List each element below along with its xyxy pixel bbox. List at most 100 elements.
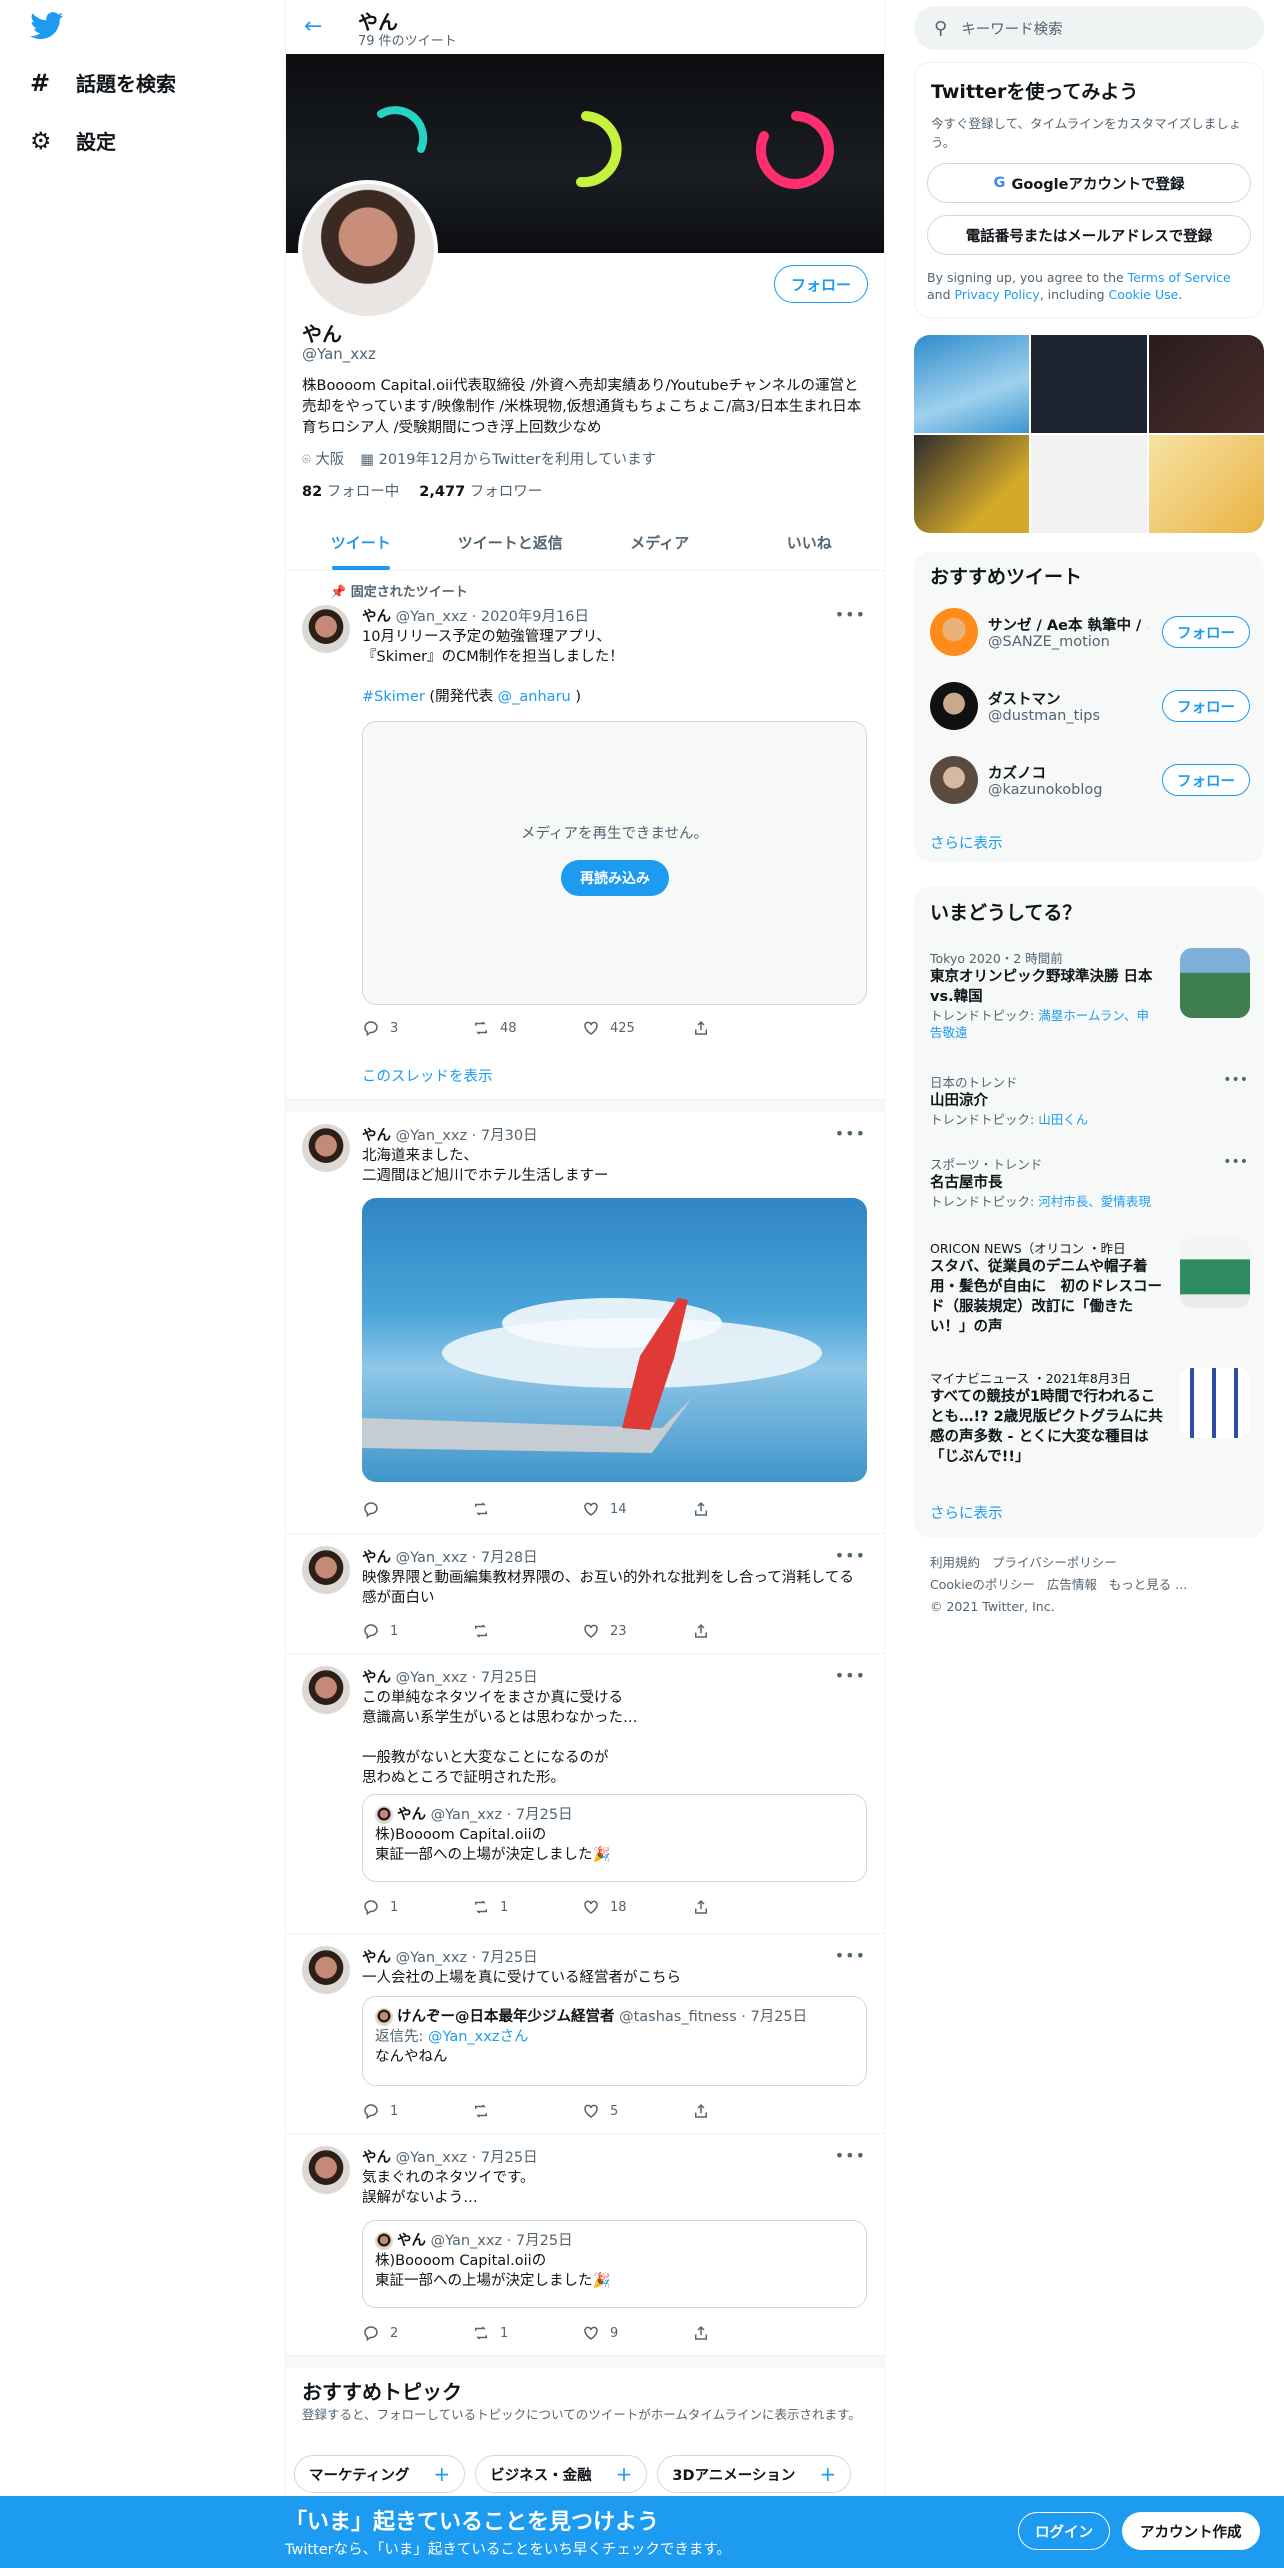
topic-chip[interactable]: マーケティング +	[294, 2455, 466, 2493]
show-more-link[interactable]: さらに表示	[930, 1502, 1003, 1523]
tweet-date[interactable]: 2020年9月16日	[481, 609, 589, 625]
avatar[interactable]	[302, 1124, 350, 1172]
more-options-icon[interactable]: •••	[835, 605, 866, 624]
tweet-author-name[interactable]: やん	[362, 609, 391, 625]
reply-button[interactable]: 1	[362, 1622, 472, 1640]
footer-link-more[interactable]: もっと見る ...	[1109, 1577, 1187, 1592]
trend-thumbnail[interactable]	[1180, 1368, 1250, 1438]
hashtag-link[interactable]: #Skimer	[362, 689, 425, 705]
following-link[interactable]: 82 フォロー中	[302, 480, 399, 501]
trend-item[interactable]: Tokyo 2020・2 時間前 東京オリンピック野球準決勝 日本 vs.韓国 …	[930, 948, 1250, 1058]
tab-likes[interactable]: いいね	[735, 515, 885, 570]
share-button[interactable]	[692, 1898, 802, 1916]
reply-button[interactable]: 2	[362, 2324, 472, 2342]
media-thumbnail[interactable]	[1031, 435, 1147, 533]
tweet-author-name[interactable]: やん	[362, 1550, 391, 1566]
retweet-button[interactable]	[472, 2102, 582, 2120]
topic-chip[interactable]: 3Dアニメーション +	[657, 2455, 852, 2493]
share-button[interactable]	[692, 1019, 802, 1037]
quoted-tweet[interactable]: やん @Yan_xxz · 7月25日 株)Boooom Capital.oii…	[362, 1794, 867, 1882]
follow-button[interactable]: フォロー	[1162, 690, 1250, 722]
recommended-user[interactable]: サンゼ / Ae本 執筆中 / ... @SANZE_motion フォロー	[930, 602, 1250, 662]
tweet-date[interactable]: 7月28日	[481, 1550, 538, 1566]
google-signup-button[interactable]: G Googleアカウントで登録	[927, 163, 1251, 203]
tweet-pinned[interactable]: 📌 固定されたツイート やん @Yan_xxz · 2020年9月16日 •••…	[286, 571, 884, 1100]
reply-button[interactable]: 1	[362, 1898, 472, 1916]
tweet-author-handle[interactable]: @Yan_xxz	[396, 1670, 467, 1686]
more-options-icon[interactable]: •••	[1223, 1072, 1248, 1088]
tweet-author-handle[interactable]: @Yan_xxz	[396, 1550, 467, 1566]
followers-link[interactable]: 2,477 フォロワー	[419, 480, 542, 501]
trend-thumbnail[interactable]	[1180, 1238, 1250, 1308]
trend-item[interactable]: マイナビニュース ・2021年8月3日 すべての競技が1時間で行われることも…!…	[930, 1368, 1250, 1478]
privacy-link[interactable]: Privacy Policy	[955, 287, 1040, 302]
tweet-photo-airplane-wing[interactable]	[362, 1198, 867, 1482]
tweet-date[interactable]: 7月25日	[481, 1950, 538, 1966]
tab-tweets[interactable]: ツイート	[286, 515, 436, 570]
footer-link-terms[interactable]: 利用規約	[930, 1555, 980, 1570]
tweet-author-name[interactable]: やん	[362, 1670, 391, 1686]
tab-media[interactable]: メディア	[585, 515, 735, 570]
tweet[interactable]: やん @Yan_xxz · 7月28日 ••• 映像界隈と動画編集教材界隈の、お…	[286, 1534, 884, 1654]
retweet-button[interactable]	[472, 1500, 582, 1518]
avatar[interactable]	[302, 2146, 350, 2194]
twitter-logo-icon[interactable]	[30, 12, 64, 40]
more-options-icon[interactable]: •••	[835, 1546, 866, 1565]
avatar[interactable]	[302, 1666, 350, 1714]
share-button[interactable]	[692, 2324, 802, 2342]
trend-sub-link[interactable]: 山田くん	[1038, 1112, 1088, 1127]
login-button[interactable]: ログイン	[1018, 2512, 1110, 2550]
tweet-author-name[interactable]: やん	[362, 2150, 391, 2166]
nav-settings[interactable]: ⚙ 設定	[30, 126, 116, 155]
quoted-tweet[interactable]: やん @Yan_xxz · 7月25日 株)Boooom Capital.oii…	[362, 2220, 867, 2308]
avatar[interactable]	[930, 756, 978, 804]
search-input[interactable]: ⚲ キーワード検索	[914, 6, 1264, 50]
retweet-button[interactable]: 48	[472, 1019, 582, 1037]
more-options-icon[interactable]: •••	[835, 1666, 866, 1685]
avatar[interactable]	[302, 1946, 350, 1994]
signup-button[interactable]: アカウント作成	[1122, 2512, 1260, 2550]
tweet[interactable]: やん @Yan_xxz · 7月30日 ••• 北海道来ました、 二週間ほど旭川…	[286, 1112, 884, 1534]
quoted-tweet[interactable]: けんぞー@日本最年少ジム経営者 @tashas_fitness · 7月25日 …	[362, 1996, 867, 2086]
back-arrow-icon[interactable]: ←	[304, 14, 322, 39]
tos-link[interactable]: Terms of Service	[1128, 270, 1231, 285]
tweet-date[interactable]: 7月25日	[481, 1670, 538, 1686]
show-thread-link[interactable]: このスレッドを表示	[362, 1065, 493, 1086]
like-button[interactable]: 23	[582, 1622, 692, 1640]
phone-signup-button[interactable]: 電話番号またはメールアドレスで登録	[927, 215, 1251, 255]
tweet[interactable]: やん @Yan_xxz · 7月25日 ••• 気まぐれのネタツイです。 誤解が…	[286, 2134, 884, 2356]
reply-button[interactable]	[362, 1500, 472, 1518]
retweet-button[interactable]: 1	[472, 1898, 582, 1916]
recommended-user[interactable]: カズノコ @kazunokoblog フォロー	[930, 750, 1250, 810]
like-button[interactable]: 425	[582, 1019, 692, 1037]
follow-button[interactable]: フォロー	[1162, 616, 1250, 648]
more-options-icon[interactable]: •••	[1223, 1154, 1248, 1170]
trend-item[interactable]: スポーツ・トレンド 名古屋市長 トレンドトピック: 河村市長、愛情表現 •••	[930, 1154, 1250, 1224]
reply-to-handle[interactable]: @Yan_xxzさん	[428, 2029, 528, 2045]
reload-button[interactable]: 再読み込み	[561, 860, 669, 896]
media-thumbnail[interactable]	[1148, 335, 1264, 433]
avatar[interactable]	[302, 605, 350, 653]
media-thumbnail[interactable]	[914, 335, 1030, 433]
tweet-author-handle[interactable]: @Yan_xxz	[396, 2150, 467, 2166]
trend-sub-link[interactable]: 河村市長、愛情表現	[1038, 1194, 1151, 1209]
media-thumbnail[interactable]	[914, 435, 1030, 533]
tweet-date[interactable]: 7月30日	[481, 1128, 538, 1144]
topic-chip[interactable]: ビジネス・金融 +	[475, 2455, 648, 2493]
tab-tweets-and-replies[interactable]: ツイートと返信	[436, 515, 586, 570]
like-button[interactable]: 18	[582, 1898, 692, 1916]
like-button[interactable]: 14	[582, 1500, 692, 1518]
share-button[interactable]	[692, 2102, 802, 2120]
more-options-icon[interactable]: •••	[835, 1124, 866, 1143]
tweet[interactable]: やん @Yan_xxz · 7月25日 ••• 一人会社の上場を真に受けている経…	[286, 1934, 884, 2134]
like-button[interactable]: 5	[582, 2102, 692, 2120]
trend-item[interactable]: 日本のトレンド 山田涼介 トレンドトピック: 山田くん •••	[930, 1072, 1250, 1142]
tweet-author-name[interactable]: やん	[362, 1128, 391, 1144]
tweet-author-handle[interactable]: @Yan_xxz	[396, 609, 467, 625]
trend-thumbnail[interactable]	[1180, 948, 1250, 1018]
retweet-button[interactable]: 1	[472, 2324, 582, 2342]
share-button[interactable]	[692, 1500, 802, 1518]
avatar[interactable]	[930, 608, 978, 656]
tweet[interactable]: やん @Yan_xxz · 7月25日 ••• この単純なネタツイをまさか真に受…	[286, 1654, 884, 1934]
trend-item[interactable]: ORICON NEWS（オリコン ・昨日 スタバ、従業員のデニムや帽子着用・髪色…	[930, 1238, 1250, 1358]
